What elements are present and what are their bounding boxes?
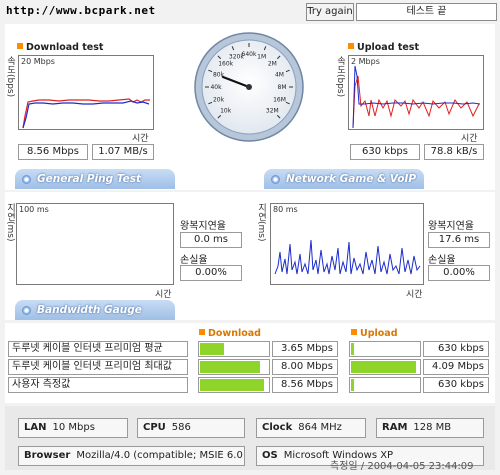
try-again-button[interactable]: Try again	[306, 3, 354, 21]
download-yaxis-label: 속도(bps)	[5, 56, 15, 98]
measured-date: 측정일 / 2004-04-05 23:44:09	[330, 461, 474, 472]
upload-bar	[349, 359, 421, 375]
download-graph: 20 Mbps	[18, 55, 154, 130]
upload-bar-fill	[351, 361, 416, 373]
ping-scale: 100 ms	[19, 205, 49, 214]
ping-loss-value: 0.00%	[180, 265, 242, 281]
upload-bar-fill	[351, 343, 354, 355]
download-time-label: 시간	[132, 134, 149, 144]
voip-latency-value: 17.6 ms	[428, 232, 490, 248]
bandwidth-row-label: 두루넷 케이블 인터넷 프리미엄 최대값	[8, 359, 188, 375]
ping-graph: 100 ms	[16, 203, 174, 285]
orange-square-icon	[348, 43, 354, 49]
download-value: 3.65 Mbps	[272, 341, 338, 357]
gauge-tick-label: 640k	[242, 51, 257, 58]
ping-latency-value: 0.0 ms	[180, 232, 242, 248]
upload-trace	[352, 65, 481, 129]
orange-square-icon	[17, 43, 23, 49]
upload-title: Upload test	[348, 42, 419, 53]
lan-info: LAN 10 Mbps	[18, 418, 128, 438]
clock-info: Clock 864 MHz	[256, 418, 366, 438]
gauge-tick-label: 10k	[220, 107, 232, 114]
bandwidth-row-label: 사용자 측정값	[8, 377, 188, 393]
upload-value: 4.09 Mbps	[423, 359, 489, 375]
download-value: 8.56 Mbps	[272, 377, 338, 393]
orange-square-icon	[199, 329, 205, 335]
tab-network-game-voip[interactable]: Network Game & VoIP Test	[264, 169, 424, 205]
voip-yaxis-label: 지연(ms)	[256, 203, 266, 242]
test-end-button[interactable]: 테스트 끝	[356, 3, 497, 21]
gauge-tick-label: 4M	[275, 71, 284, 78]
upload-bar	[349, 341, 421, 357]
voip-graph: 80 ms	[270, 203, 424, 285]
bullet-icon	[271, 175, 280, 184]
upload-yaxis-label: 속도(bps)	[335, 56, 345, 98]
ping-latency-label: 왕복지연율	[180, 221, 226, 232]
voip-loss-value: 0.00%	[428, 265, 490, 281]
voip-latency-label: 왕복지연율	[428, 221, 474, 232]
download-speed-bps: 8.56 Mbps	[18, 144, 88, 160]
voip-loss-label: 손실율	[428, 255, 456, 266]
ping-loss-label: 손실율	[180, 255, 208, 266]
download-bar	[198, 341, 270, 357]
upload-graph: 2 Mbps	[348, 55, 484, 130]
bandwidth-row-label: 두루넷 케이블 인터넷 프리미엄 평균	[8, 341, 188, 357]
gauge-tick-label: 16M	[273, 97, 286, 104]
orange-square-icon	[351, 329, 357, 335]
tab-general-ping[interactable]: General Ping Test	[15, 169, 175, 189]
ping-time-label: 시간	[155, 290, 172, 300]
download-title: Download test	[17, 42, 103, 53]
bandwidth-upload-header: Upload	[351, 328, 398, 339]
upload-bar	[349, 377, 421, 393]
gauge-tick-label: 160k	[218, 61, 233, 68]
browser-info: Browser Mozilla/4.0 (compatible; MSIE 6.0	[18, 446, 245, 466]
gauge-tick-label: 20k	[213, 97, 225, 104]
download-speed-bytes: 1.07 MB/s	[92, 144, 154, 160]
gauge-tick-label: 2M	[268, 61, 277, 68]
download-trace	[22, 98, 150, 129]
download-bar	[198, 359, 270, 375]
site-url[interactable]: http://www.bcpark.net	[6, 4, 156, 17]
download-bar-fill	[200, 343, 224, 355]
download-bar-fill	[200, 361, 260, 373]
bullet-icon	[22, 306, 31, 315]
upload-speed-bps: 630 kbps	[350, 144, 420, 160]
cpu-info: CPU 586	[137, 418, 245, 438]
gauge-tick-label: 40k	[210, 84, 222, 91]
speed-gauge: 10k 20k 40k 80k 160k 320k 640k 1M 2M 4M 8M 16M 32M	[193, 31, 305, 143]
download-value: 8.00 Mbps	[272, 359, 338, 375]
ram-info: RAM 128 MB	[376, 418, 484, 438]
upload-value: 630 kbps	[423, 341, 489, 357]
upload-bar-fill	[351, 379, 354, 391]
gauge-tick-label: 32M	[266, 107, 279, 114]
gauge-tick-label: 1M	[257, 54, 266, 61]
bullet-icon	[22, 175, 31, 184]
download-bar-fill	[200, 379, 264, 391]
upload-speed-bytes: 78.8 kB/s	[424, 144, 484, 160]
bandwidth-download-header: Download	[199, 328, 261, 339]
voip-trace	[274, 239, 421, 275]
tab-bandwidth-gauge[interactable]: Bandwidth Gauge	[15, 300, 175, 320]
gauge-tick-label: 8M	[278, 84, 287, 91]
upload-time-label: 시간	[461, 134, 478, 144]
download-bar	[198, 377, 270, 393]
upload-value: 630 kbps	[423, 377, 489, 393]
voip-time-label: 시간	[406, 290, 423, 300]
